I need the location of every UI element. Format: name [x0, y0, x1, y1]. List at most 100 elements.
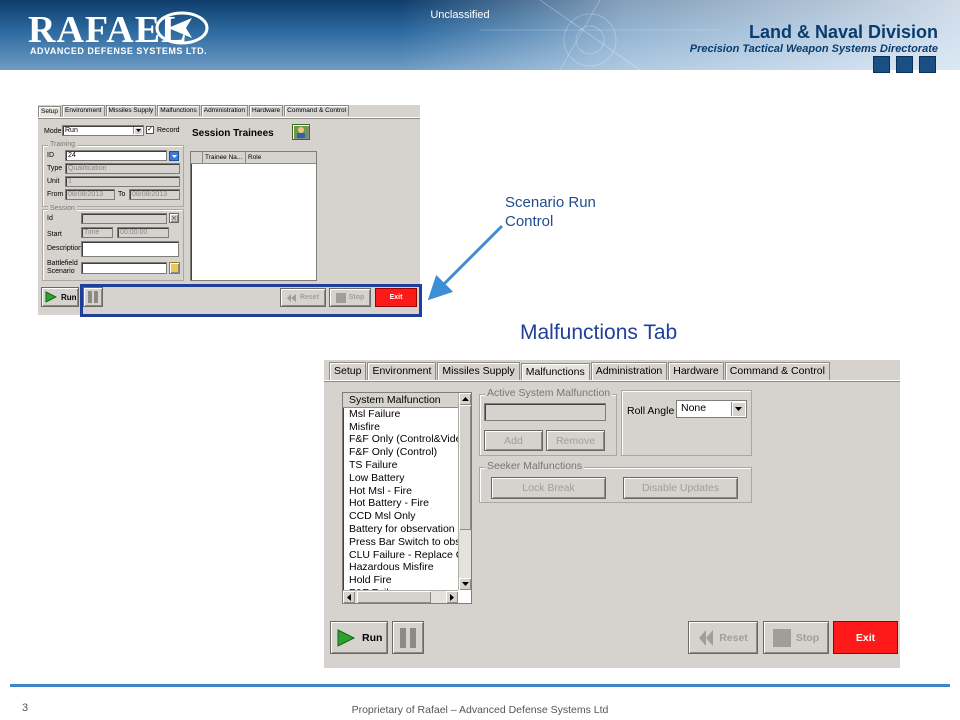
start-type-select[interactable]: Time — [81, 227, 113, 238]
tab-missiles-supply[interactable]: Missiles Supply — [437, 362, 520, 380]
from-date-field[interactable]: 08/08/2013 — [65, 189, 115, 200]
list-item[interactable]: Hot Battery - Fire — [343, 497, 471, 510]
start-time-field[interactable]: 00:00:00 — [117, 227, 169, 238]
list-item[interactable]: F&F Only (Control&Video) — [343, 433, 471, 446]
add-button[interactable]: Add — [484, 430, 543, 451]
active-malfunction-field[interactable] — [484, 403, 606, 421]
malfunction-items: Msl Failure Misfire F&F Only (Control&Vi… — [343, 408, 471, 600]
horizontal-scrollbar[interactable] — [343, 590, 458, 603]
reset-button[interactable]: Reset — [688, 621, 758, 654]
tab-environment[interactable]: Environment — [367, 362, 437, 380]
vertical-scrollbar[interactable] — [458, 393, 471, 590]
decor-square — [896, 56, 913, 73]
session-id-field[interactable] — [81, 213, 167, 224]
from-label: From — [47, 191, 64, 198]
start-label: Start — [47, 231, 62, 238]
lookup-button[interactable] — [169, 151, 179, 161]
list-header: System Malfunction — [343, 393, 471, 408]
add-trainee-icon[interactable] — [292, 124, 310, 140]
tab-hardware[interactable]: Hardware — [668, 362, 724, 380]
session-lookup-button[interactable] — [169, 213, 179, 223]
list-item[interactable]: CLU Failure - Replace CL — [343, 549, 471, 562]
footer-proprietary-text: Proprietary of Rafael – Advanced Defense… — [351, 704, 609, 716]
play-icon — [45, 291, 57, 303]
stop-icon — [772, 628, 791, 647]
tab-hardware[interactable]: Hardware — [248, 105, 284, 116]
run-button[interactable]: Run — [41, 287, 79, 307]
run-label: Run — [362, 631, 383, 644]
folder-icon[interactable] — [169, 262, 180, 274]
tab-command-control[interactable]: Command & Control — [724, 362, 830, 380]
mode-select[interactable]: Run — [62, 125, 144, 136]
pause-button[interactable] — [392, 621, 424, 654]
callout-arrow-icon — [427, 224, 504, 301]
chevron-down-icon — [171, 154, 177, 158]
lock-break-button[interactable]: Lock Break — [491, 477, 606, 499]
tab-command-control[interactable]: Command & Control — [284, 105, 350, 116]
to-date-field[interactable]: 08/08/2013 — [129, 189, 180, 200]
training-group-title: Training — [48, 141, 78, 148]
list-item[interactable]: TS Failure — [343, 459, 471, 472]
list-item[interactable]: Hazardous Misfire — [343, 561, 471, 574]
description-field[interactable] — [81, 241, 179, 257]
record-label: Record — [157, 127, 180, 134]
trainees-table-header: Trainee Na... Role — [191, 152, 316, 164]
tab-administration[interactable]: Administration — [590, 362, 668, 380]
h-scrollbar-thumb[interactable] — [357, 591, 431, 603]
mode-value: Run — [65, 127, 78, 134]
chevron-right-icon[interactable] — [446, 591, 458, 603]
tab-malfunctions[interactable]: Malfunctions — [520, 363, 590, 381]
record-checkbox[interactable]: ✓ — [146, 126, 154, 134]
run-button[interactable]: Run — [330, 621, 388, 654]
list-item[interactable]: Press Bar Switch to obse — [343, 536, 471, 549]
roll-angle-select[interactable]: None — [676, 400, 747, 418]
chevron-down-icon[interactable] — [731, 402, 745, 416]
list-item[interactable]: Hold Fire — [343, 574, 471, 587]
session-group-title: Session — [48, 205, 77, 212]
reset-label: Reset — [719, 631, 748, 644]
scenario-field[interactable] — [81, 262, 167, 274]
chevron-down-icon[interactable] — [133, 127, 142, 134]
list-item[interactable]: Battery for observation or — [343, 523, 471, 536]
list-item[interactable]: Misfire — [343, 421, 471, 434]
column-header-trainee[interactable]: Trainee Na... — [203, 152, 246, 163]
list-item[interactable]: Hot Msl - Fire — [343, 485, 471, 498]
malfunctions-screenshot: Setup Environment Missiles Supply Malfun… — [324, 360, 900, 668]
rewind-icon — [699, 629, 714, 646]
directorate-title: Precision Tactical Weapon Systems Direct… — [689, 43, 938, 55]
stop-label: Stop — [795, 631, 820, 644]
unit-label: Unit — [47, 178, 60, 185]
chevron-left-icon[interactable] — [343, 591, 355, 603]
scrollbar-thumb[interactable] — [459, 405, 471, 530]
callout-text: Scenario Run Control — [505, 193, 596, 231]
remove-button[interactable]: Remove — [546, 430, 605, 451]
trainees-table[interactable]: Trainee Na... Role — [190, 151, 317, 281]
training-id-field[interactable]: 24 — [65, 150, 167, 161]
tab-administration[interactable]: Administration — [200, 105, 248, 116]
list-item[interactable]: Low Battery — [343, 472, 471, 485]
tab-environment[interactable]: Environment — [62, 105, 105, 116]
tab-setup[interactable]: Setup — [329, 362, 367, 380]
training-unit-field[interactable]: 1 — [65, 176, 180, 187]
close-icon — [171, 215, 177, 221]
stop-button[interactable]: Stop — [763, 621, 829, 654]
decor-square — [873, 56, 890, 73]
tab-malfunctions[interactable]: Malfunctions — [157, 105, 200, 116]
tab-missiles-supply[interactable]: Missiles Supply — [105, 105, 157, 116]
classification-label: Unclassified — [430, 9, 490, 21]
exit-button[interactable]: Exit — [833, 621, 898, 654]
malf-tabbar: Setup Environment Missiles Supply Malfun… — [329, 362, 900, 381]
chevron-down-icon[interactable] — [459, 578, 471, 590]
tab-setup[interactable]: Setup — [38, 106, 61, 117]
chevron-up-icon[interactable] — [459, 393, 471, 405]
column-header-role[interactable]: Role — [246, 152, 261, 163]
disable-updates-button[interactable]: Disable Updates — [623, 477, 738, 499]
list-item[interactable]: CCD Msl Only — [343, 510, 471, 523]
seeker-malfunctions-title: Seeker Malfunctions — [485, 460, 585, 472]
system-malfunction-list[interactable]: System Malfunction Msl Failure Misfire F… — [342, 392, 472, 604]
session-id-label: Id — [47, 215, 53, 222]
training-type-field[interactable]: Qualification — [65, 163, 180, 174]
list-item[interactable]: Msl Failure — [343, 408, 471, 421]
header-banner: RAFAEL ADVANCED DEFENSE SYSTEMS LTD. Unc… — [0, 0, 960, 70]
list-item[interactable]: F&F Only (Control) — [343, 446, 471, 459]
